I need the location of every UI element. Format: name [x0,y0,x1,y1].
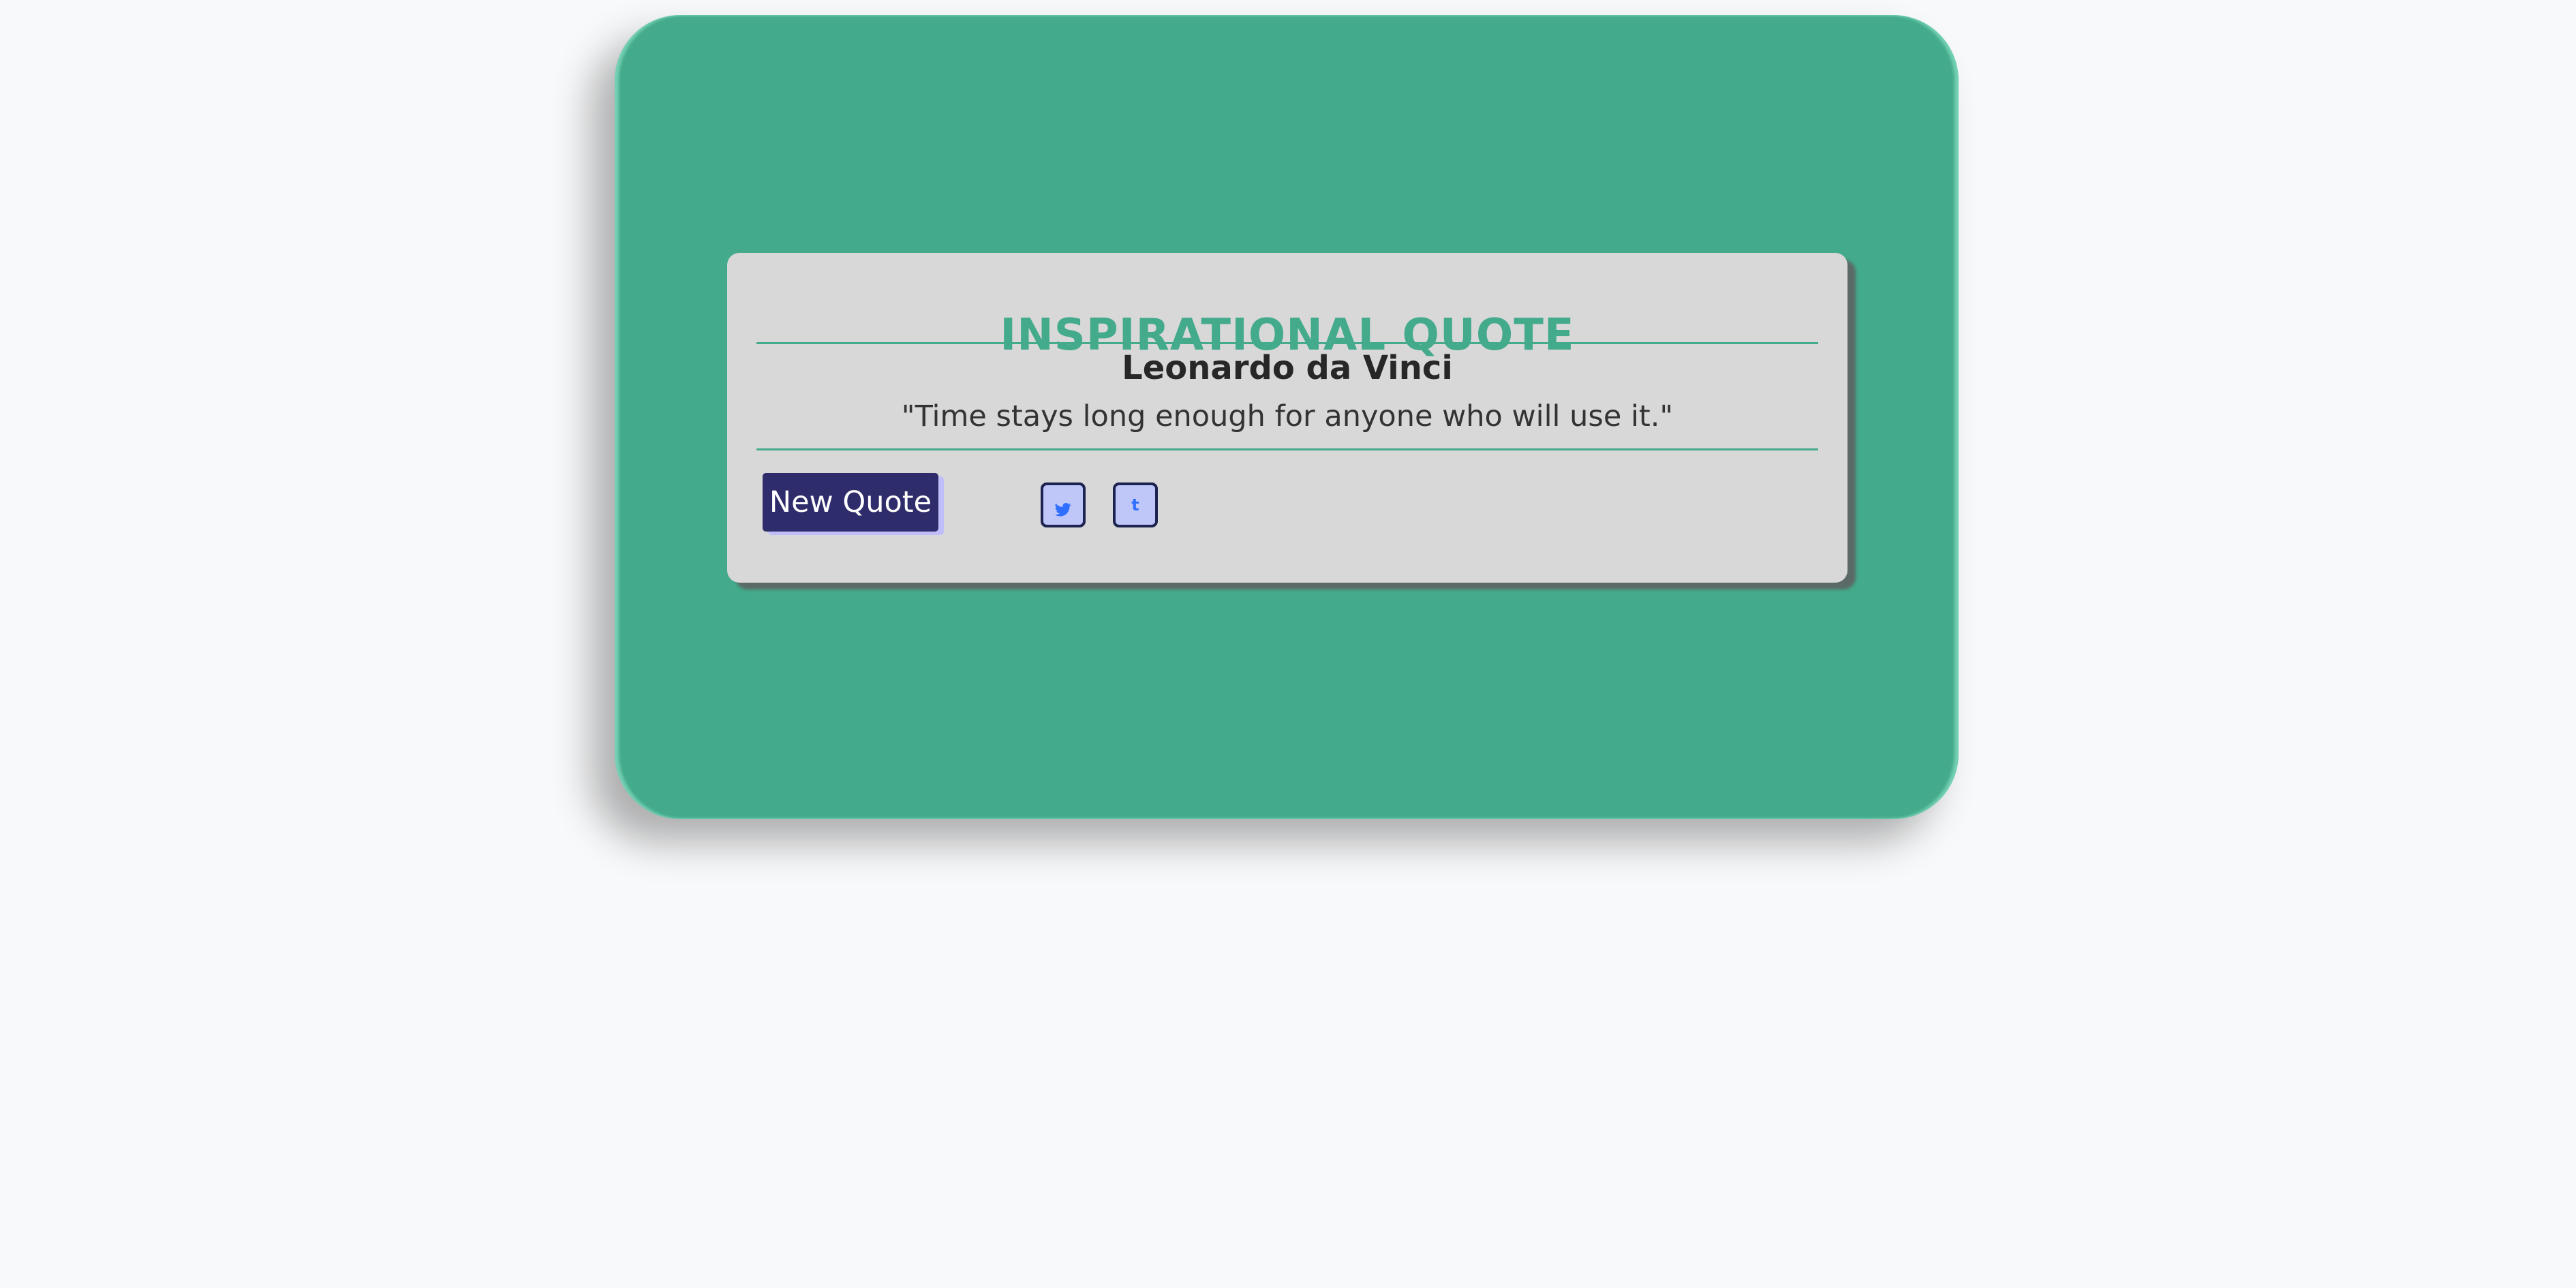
new-quote-button[interactable]: New Quote [763,473,938,532]
tumblr-icon: t [1131,495,1139,515]
twitter-icon [1055,502,1071,517]
twitter-share-button[interactable] [1041,482,1086,527]
tumblr-share-button[interactable]: t [1113,482,1158,527]
quote-author: Leonardo da Vinci [1122,349,1453,387]
quote-box: INSPIRATIONAL QUOTE Leonardo da Vinci "T… [727,253,1847,583]
page-stage: INSPIRATIONAL QUOTE Leonardo da Vinci "T… [0,0,2576,1288]
quote-text: "Time stays long enough for anyone who w… [901,399,1674,433]
bottom-divider [756,448,1818,450]
